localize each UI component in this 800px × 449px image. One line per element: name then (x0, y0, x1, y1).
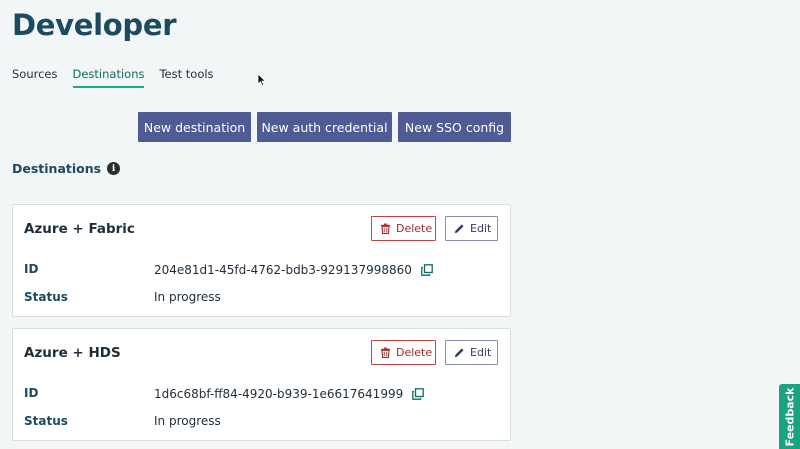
copy-icon[interactable] (421, 264, 433, 276)
tab-sources[interactable]: Sources (12, 66, 58, 88)
info-icon[interactable]: i (107, 162, 121, 175)
destination-name: Azure + HDS (24, 345, 121, 361)
developer-page: Developer Sources Destinations Test tool… (0, 0, 800, 449)
edit-label: Edit (470, 346, 492, 359)
id-value-row: 1d6c68bf-ff84-4920-b939-1e6617641999 (154, 387, 425, 401)
new-sso-config-button[interactable]: New SSO config (398, 112, 511, 142)
pencil-icon (454, 224, 464, 234)
destination-name: Azure + Fabric (24, 221, 135, 237)
status-label: Status (24, 414, 68, 428)
status-value: In progress (154, 414, 221, 428)
trash-icon (380, 223, 391, 234)
edit-label: Edit (470, 222, 492, 235)
delete-label: Delete (396, 346, 433, 359)
new-auth-credential-button[interactable]: New auth credential (257, 112, 392, 142)
id-label: ID (24, 262, 39, 276)
tab-bar: Sources Destinations Test tools (12, 66, 214, 90)
delete-button[interactable]: Delete (371, 216, 436, 241)
tab-destinations[interactable]: Destinations (72, 66, 145, 88)
edit-button[interactable]: Edit (445, 216, 498, 241)
id-value-row: 204e81d1-45fd-4762-bdb3-929137998860 (154, 263, 433, 277)
card-actions: Delete Edit (371, 216, 498, 241)
edit-button[interactable]: Edit (445, 340, 498, 365)
feedback-tab[interactable]: Feedback (779, 384, 800, 449)
destination-card: Azure + Fabric Delete Edit ID 204e81d1-4… (12, 204, 511, 317)
delete-button[interactable]: Delete (371, 340, 436, 365)
status-label: Status (24, 290, 68, 304)
action-button-row: New destination New auth credential New … (138, 112, 511, 142)
feedback-label: Feedback (783, 387, 796, 446)
trash-icon (380, 347, 391, 358)
tab-test-tools[interactable]: Test tools (159, 66, 213, 88)
id-label: ID (24, 386, 39, 400)
destination-card: Azure + HDS Delete Edit ID 1d6c68bf-ff84… (12, 328, 511, 441)
status-value: In progress (154, 290, 221, 304)
delete-label: Delete (396, 222, 433, 235)
page-title: Developer (12, 8, 177, 42)
id-value: 1d6c68bf-ff84-4920-b939-1e6617641999 (154, 387, 404, 401)
section-title: Destinations (12, 161, 102, 176)
new-destination-button[interactable]: New destination (138, 112, 251, 142)
mouse-cursor-icon (257, 73, 267, 87)
card-actions: Delete Edit (371, 340, 498, 365)
pencil-icon (454, 348, 464, 358)
copy-icon[interactable] (412, 388, 425, 400)
id-value: 204e81d1-45fd-4762-bdb3-929137998860 (154, 263, 412, 277)
destinations-section-header: Destinations i (12, 161, 121, 176)
